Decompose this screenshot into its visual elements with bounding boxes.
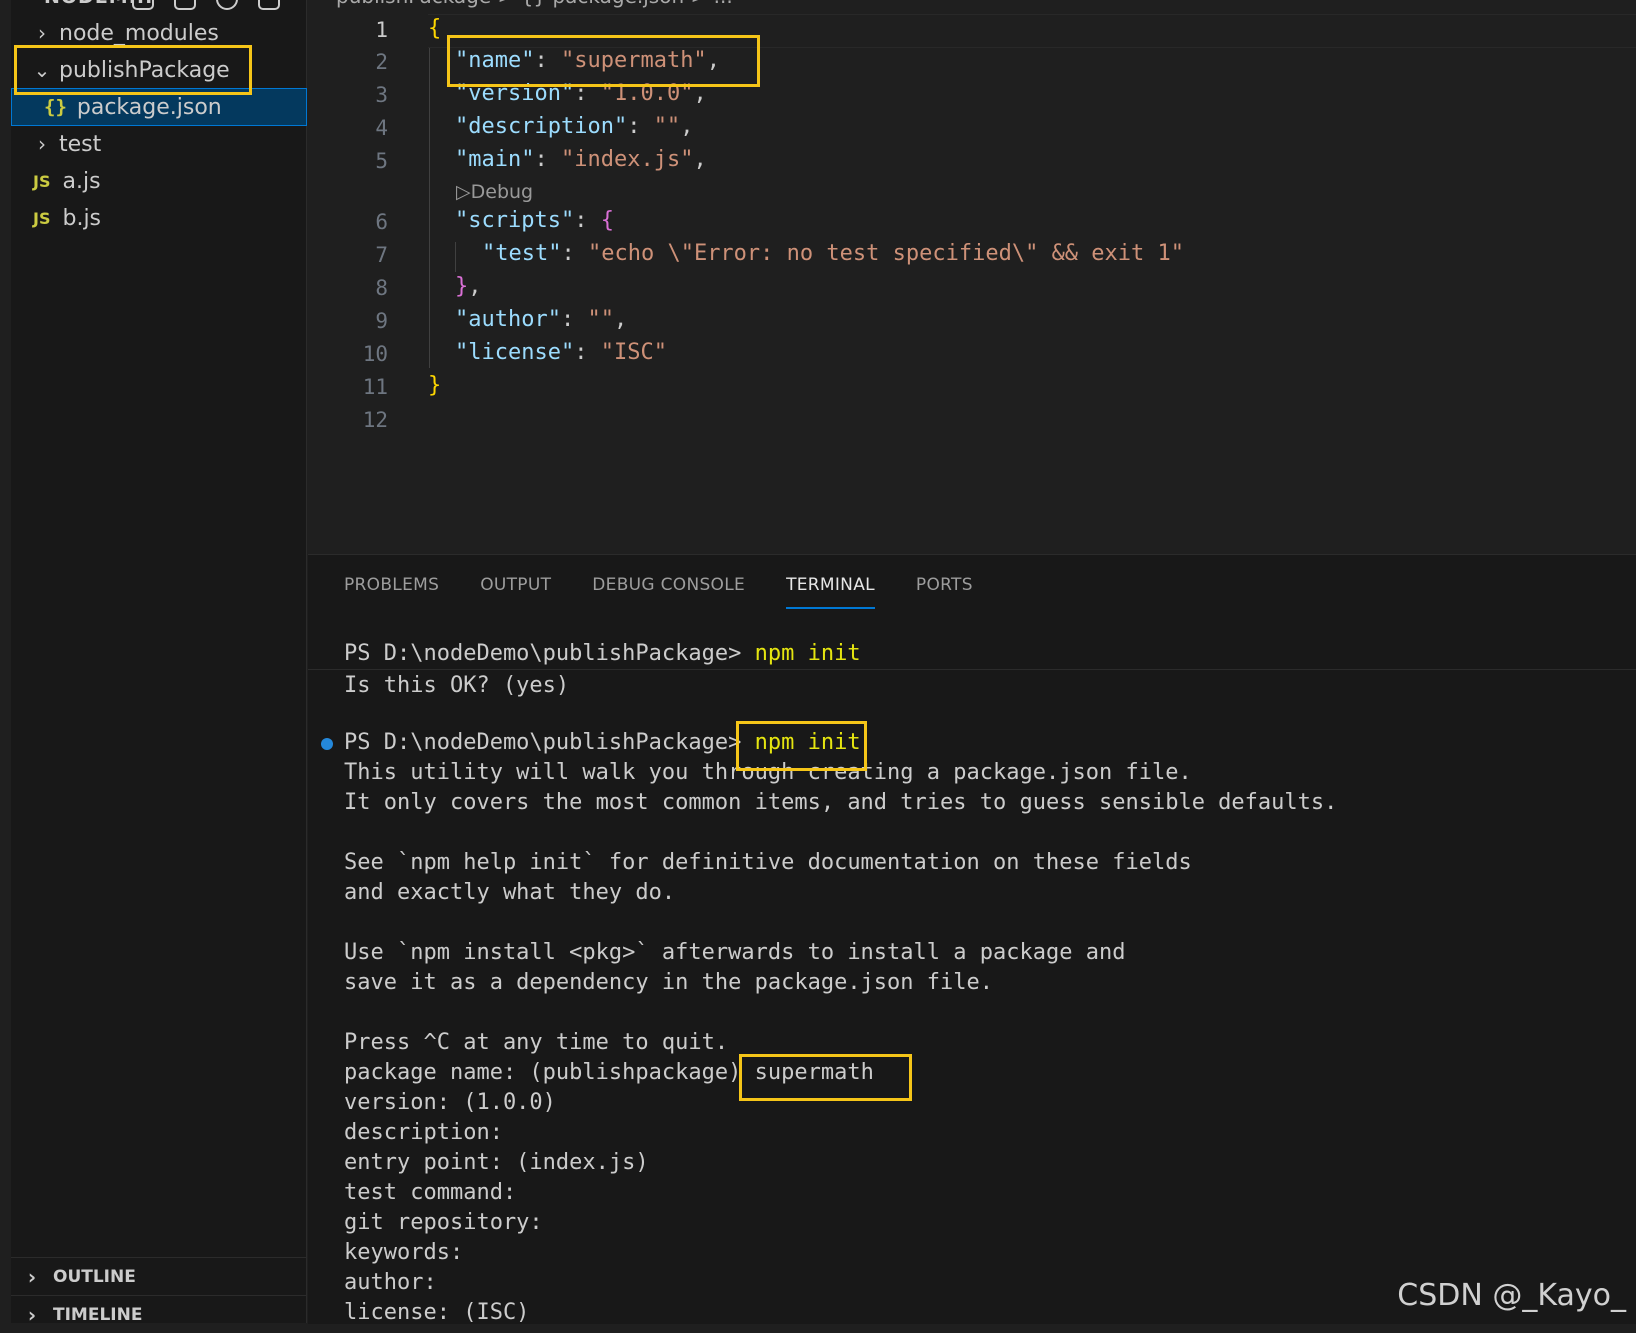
breadcrumb[interactable]: publishPackage > {} package.json > ... <box>336 0 733 8</box>
tab-ports[interactable]: PORTS <box>916 575 973 609</box>
tree-item-node-modules[interactable]: › node_modules <box>11 14 307 52</box>
js-file-icon: JS <box>33 208 51 228</box>
terminal-line: save it as a dependency in the package.j… <box>344 970 994 995</box>
tree-item-label: test <box>59 131 102 157</box>
line-number: 4 <box>375 116 388 140</box>
terminal-line: It only covers the most common items, an… <box>344 790 1338 815</box>
line-number: 12 <box>362 408 388 432</box>
line-number: 6 <box>375 210 388 234</box>
terminal-line: version: (1.0.0) <box>344 1090 556 1115</box>
tree-item-label: package.json <box>76 94 222 120</box>
code-line-5: "main": "index.js", <box>455 147 707 172</box>
line-number: 5 <box>375 149 388 173</box>
section-label: OUTLINE <box>53 1266 136 1287</box>
chevron-right-icon: › <box>38 132 46 156</box>
code-line-10: "license": "ISC" <box>455 340 667 365</box>
code-line-11: } <box>428 373 442 398</box>
terminal-line: Use `npm install <pkg>` afterwards to in… <box>344 940 1126 965</box>
code-editor[interactable]: publishPackage > {} package.json > ... 1… <box>308 0 1636 553</box>
tab-problems[interactable]: PROBLEMS <box>344 575 439 609</box>
line-number: 11 <box>362 375 388 399</box>
terminal-line: description: <box>344 1120 503 1145</box>
explorer-actions <box>132 0 280 10</box>
terminal-line: license: (ISC) <box>344 1300 530 1325</box>
terminal-line: PS D:\nodeDemo\publishPackage> npm init <box>344 641 861 666</box>
terminal-line: See `npm help init` for definitive docum… <box>344 850 1192 875</box>
terminal-line: package name: (publishpackage) supermath <box>344 1060 874 1085</box>
tree-item-a-js[interactable]: JS a.js <box>11 162 307 200</box>
tab-output[interactable]: OUTPUT <box>480 575 551 609</box>
code-line-1: { <box>428 16 442 41</box>
line-number: 9 <box>375 309 388 333</box>
codelens-label: Debug <box>470 181 534 203</box>
command-status-dot-icon[interactable] <box>321 738 333 750</box>
code-line-2: "name": "supermath", <box>455 48 720 73</box>
current-line-highlight <box>428 14 1636 48</box>
debug-codelens[interactable]: ▷Debug <box>456 181 533 203</box>
collapse-all-icon[interactable] <box>258 0 280 10</box>
tree-item-b-js[interactable]: JS b.js <box>11 199 307 237</box>
bottom-panel: PROBLEMS OUTPUT DEBUG CONSOLE TERMINAL P… <box>308 554 1636 1325</box>
tab-debug-console[interactable]: DEBUG CONSOLE <box>592 575 745 609</box>
terminal-line: git repository: <box>344 1210 543 1235</box>
code-line-3: "version": "1.0.0", <box>455 81 707 106</box>
terminal-line: Press ^C at any time to quit. <box>344 1030 729 1055</box>
tree-item-label: node_modules <box>59 20 219 46</box>
tree-item-test[interactable]: › test <box>11 125 307 163</box>
tree-item-package-json[interactable]: {} package.json <box>11 88 307 126</box>
indent-guide <box>455 242 456 272</box>
line-number: 1 <box>375 18 388 42</box>
outline-section[interactable]: › OUTLINE <box>11 1257 307 1295</box>
code-line-9: "author": "", <box>455 307 628 332</box>
activity-bar-edge <box>0 0 11 1323</box>
terminal-line: This utility will walk you through creat… <box>344 760 1192 785</box>
js-file-icon: JS <box>33 171 51 191</box>
tab-terminal[interactable]: TERMINAL <box>786 575 875 609</box>
panel-tabs: PROBLEMS OUTPUT DEBUG CONSOLE TERMINAL P… <box>344 575 1014 609</box>
terminal-line: PS D:\nodeDemo\publishPackage> npm init <box>344 730 861 755</box>
watermark: CSDN @_Kayo_ <box>1397 1278 1626 1313</box>
section-label: TIMELINE <box>53 1304 143 1325</box>
line-number: 8 <box>375 276 388 300</box>
explorer-sidebar: NODEM... › node_modules ⌄ publishPackage… <box>0 0 307 1327</box>
terminal-line: entry point: (index.js) <box>344 1150 649 1175</box>
line-number: 3 <box>375 83 388 107</box>
tree-item-label: a.js <box>62 168 101 194</box>
terminal-line: and exactly what they do. <box>344 880 676 905</box>
terminal-line: author: <box>344 1270 437 1295</box>
chevron-down-icon: ⌄ <box>33 58 51 82</box>
terminal-divider <box>308 669 1636 670</box>
line-number: 10 <box>362 342 388 366</box>
terminal-line: keywords: <box>344 1240 464 1265</box>
tree-item-label: b.js <box>62 205 102 231</box>
code-line-6: "scripts": { <box>455 208 614 233</box>
play-icon: ▷ <box>456 181 471 203</box>
new-file-icon[interactable] <box>132 0 154 10</box>
timeline-section[interactable]: › TIMELINE <box>11 1295 307 1333</box>
terminal-line: test command: <box>344 1180 517 1205</box>
tree-item-label: publishPackage <box>59 57 230 83</box>
new-folder-icon[interactable] <box>174 0 196 10</box>
terminal-line: Is this OK? (yes) <box>344 673 570 698</box>
tree-item-publishpackage[interactable]: ⌄ publishPackage <box>11 51 307 89</box>
chevron-right-icon: › <box>38 21 46 45</box>
code-line-4: "description": "", <box>455 114 694 139</box>
line-number: 2 <box>375 50 388 74</box>
code-line-7: "test": "echo \"Error: no test specified… <box>482 241 1185 266</box>
chevron-right-icon: › <box>27 1264 37 1289</box>
code-line-8: }, <box>455 274 482 299</box>
indent-guide <box>429 48 430 368</box>
line-number: 7 <box>375 243 388 267</box>
refresh-icon[interactable] <box>216 0 238 10</box>
json-file-icon: {} <box>44 96 67 118</box>
